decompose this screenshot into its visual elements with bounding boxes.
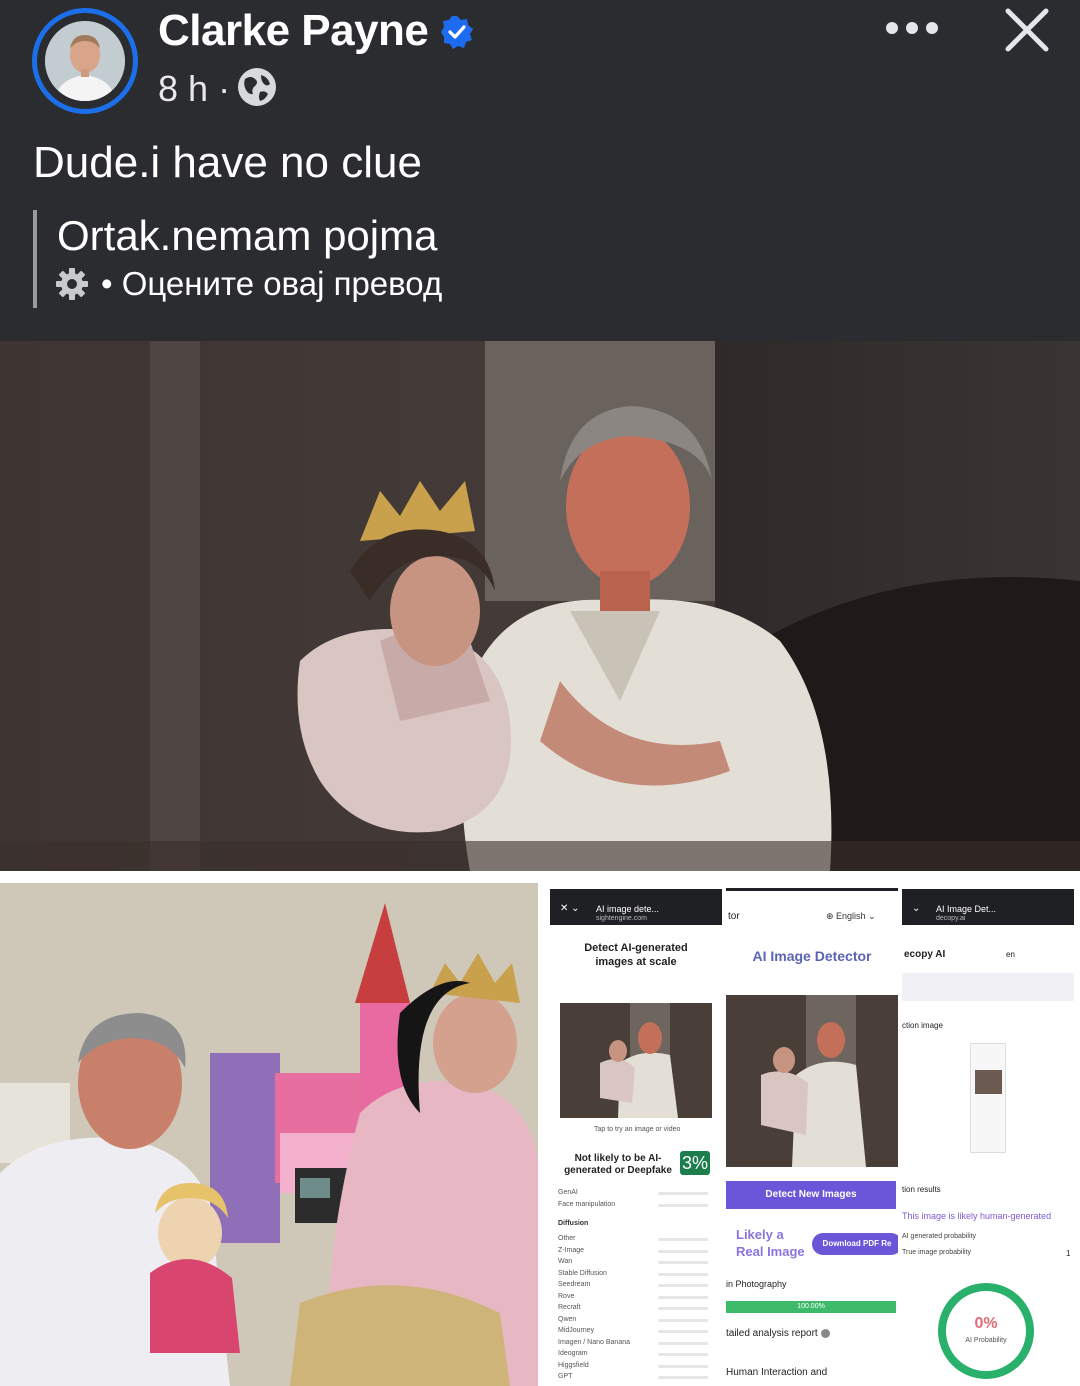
lang-select[interactable]: en [1006,950,1015,959]
result-percent: 3% [680,1151,710,1175]
download-pdf-button[interactable]: Download PDF Re [812,1233,898,1255]
model-row-label: Rove [558,1292,575,1300]
help-icon [820,1328,830,1338]
chevron-down-icon: ⌄ [912,903,921,914]
detector-pane-ai-image-detector: tor ⊕ English ⌄ AI Image Detector Detect… [726,883,898,1386]
post-time[interactable]: 8 h · [158,68,230,110]
post-text: Dude.i have no clue [33,138,422,187]
translated-text: Ortak.nemam pojma [57,212,438,259]
browser-title: AI Image Det... [936,904,997,914]
model-row-label: Ideogram [558,1350,588,1357]
post-photo-secondary[interactable] [0,883,538,1386]
post-photo-main[interactable] [0,341,1080,871]
model-row-bar [658,1238,708,1241]
model-row-label: Seedream [558,1281,591,1288]
model-row-label: Recraft [558,1304,581,1311]
probability-ring: 0% AI Probability [938,1283,1034,1379]
translation-block: Ortak.nemam pojma • Оцените овај превод [33,210,513,308]
section-diffusion: Diffusion [558,1220,589,1227]
model-row-bar [658,1272,708,1276]
model-row-bar [658,1307,708,1310]
avatar[interactable] [32,8,138,114]
model-row-bar [658,1295,708,1299]
thumb-image [726,995,898,1167]
browser-title: AI image dete... [596,904,660,914]
post-header: Clarke Payne 8 h · Dude.i have no clue O… [0,0,1080,340]
uploaded-screenshot [970,1043,1006,1153]
section-upload: ction image [902,1021,943,1030]
category-label: in Photography [726,1279,787,1289]
browser-bar: ⌄ AI Image Det... decopy.ai [902,889,1074,925]
true-prob-label: True image probability [902,1249,971,1256]
close-icon[interactable] [1002,5,1052,55]
brand-name: ecopy AI [904,949,946,960]
thumb-image [560,1003,712,1118]
globe-icon [238,68,276,106]
model-row-bar [658,1376,708,1379]
author-name[interactable]: Clarke Payne [158,6,429,56]
model-row-label: Imagen / Nano Banana [558,1338,630,1346]
gear-icon[interactable] [55,267,89,301]
ai-prob-label: AI generated probability [902,1233,976,1240]
model-row-label: Stable Diffusion [558,1269,607,1277]
model-row-bar [658,1330,708,1333]
section-results: tion results [902,1185,941,1194]
verdict-line2: Real Image [736,1244,805,1259]
browser-url: sightengine.com [596,915,647,922]
model-row-label: GPT [558,1373,573,1380]
rate-translation[interactable]: • Оцените овај превод [55,265,442,303]
model-row-bar [658,1318,708,1322]
language-select[interactable]: ⊕ English ⌄ [826,911,876,922]
ring-label: AI Probability [965,1337,1007,1344]
model-row-bar [658,1341,708,1345]
ring-percent: 0% [974,1315,998,1332]
browser-url: decopy.ai [936,915,966,922]
model-row-bar [658,1261,708,1264]
model-row-bar [658,1364,708,1368]
pane-heading: Detect AI-generated images at scale [584,942,688,968]
result-label: Not likely to be AI-generated or Deepfak… [564,1153,672,1176]
close-icon: ✕ ⌄ [560,903,580,914]
tab-fragment: tor [728,911,740,922]
model-row-label: Wan [558,1258,573,1265]
row-face: Face manipulation [558,1201,616,1208]
model-row-label: Qwen [558,1315,577,1323]
model-row-bar [658,1353,708,1356]
detector-pane-decopy: ⌄ AI Image Det... decopy.ai ecopy AI en … [902,883,1074,1386]
tap-hint: Tap to try an image or video [594,1126,681,1133]
detector-screenshots[interactable]: ✕ ⌄ AI image dete... sightengine.com Det… [538,883,1080,1386]
avatar-photo [45,21,125,101]
model-row-bar [658,1284,708,1287]
pane-heading: AI Image Detector [752,948,872,964]
detail-label: tailed analysis report [726,1328,830,1339]
true-prob-value: 1 [1066,1249,1071,1258]
model-row-label: Z-Image [558,1246,585,1254]
model-row-label: Other [558,1235,576,1242]
verified-badge-icon [441,16,473,49]
progress-bar: 100.00% [726,1301,896,1313]
detect-new-button[interactable]: Detect New Images [726,1181,896,1209]
verdict-line1: Likely a [736,1227,784,1242]
detector-pane-sightengine: ✕ ⌄ AI image dete... sightengine.com Det… [550,883,722,1386]
result-text: This image is likely human-generated [902,1211,1052,1221]
footer-label: Human Interaction and [726,1367,828,1378]
more-dots-icon[interactable] [886,18,938,38]
model-row-label: Higgsfield [558,1361,589,1369]
browser-bar: ✕ ⌄ AI image dete... sightengine.com [550,889,722,925]
model-row-bar [658,1249,708,1253]
row-genai: GenAI [558,1189,578,1196]
model-row-label: MidJourney [558,1327,595,1334]
photo-divider [0,871,1080,883]
rate-translation-label[interactable]: • Оцените овај превод [101,265,442,303]
